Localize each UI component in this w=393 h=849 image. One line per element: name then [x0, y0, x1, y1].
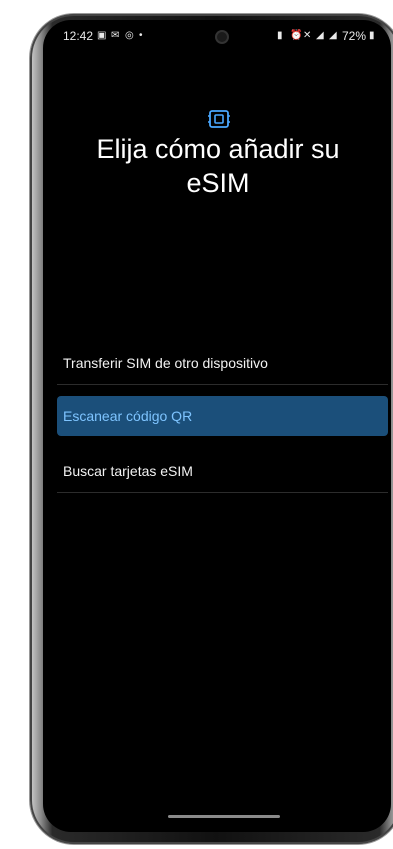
home-indicator[interactable]: [168, 815, 280, 818]
battery-percent: 72%: [341, 29, 366, 43]
status-time: 12:42: [63, 29, 94, 43]
signal-icon: ◢: [315, 30, 324, 41]
mute-icon: ✕: [302, 30, 312, 41]
option-search-esim[interactable]: Buscar tarjetas eSIM: [57, 449, 388, 493]
front-camera: [217, 32, 227, 42]
page-title: Elija cómo añadir su eSIM: [96, 134, 340, 198]
gallery-notification-icon: ▣: [97, 30, 107, 41]
battery-saver-icon: ▮: [276, 30, 283, 41]
battery-icon: ▮: [369, 30, 375, 41]
status-left: 12:42 ▣ ✉ ◎ •: [63, 29, 149, 43]
screen: 12:42 ▣ ✉ ◎ • ▮ ⏰ ✕ ◢ ◢ 72% ▮ Elija cómo…: [43, 20, 391, 832]
esim-card-icon: [208, 110, 230, 128]
status-bar: 12:42 ▣ ✉ ◎ • ▮ ⏰ ✕ ◢ ◢ 72% ▮: [43, 20, 391, 50]
status-right: ▮ ⏰ ✕ ◢ ◢ 72% ▮: [277, 29, 379, 43]
lte-signal-icon: ◢: [328, 30, 337, 41]
more-notifications-icon: •: [139, 30, 143, 41]
alarm-icon: ⏰: [289, 30, 303, 41]
option-scan-qr[interactable]: Escanear código QR: [57, 396, 388, 436]
message-notification-icon: ✉: [111, 30, 120, 41]
options-list: Transferir SIM de otro dispositivo Escan…: [57, 341, 388, 504]
option-transfer-sim[interactable]: Transferir SIM de otro dispositivo: [57, 341, 388, 385]
instagram-notification-icon: ◎: [125, 30, 134, 41]
